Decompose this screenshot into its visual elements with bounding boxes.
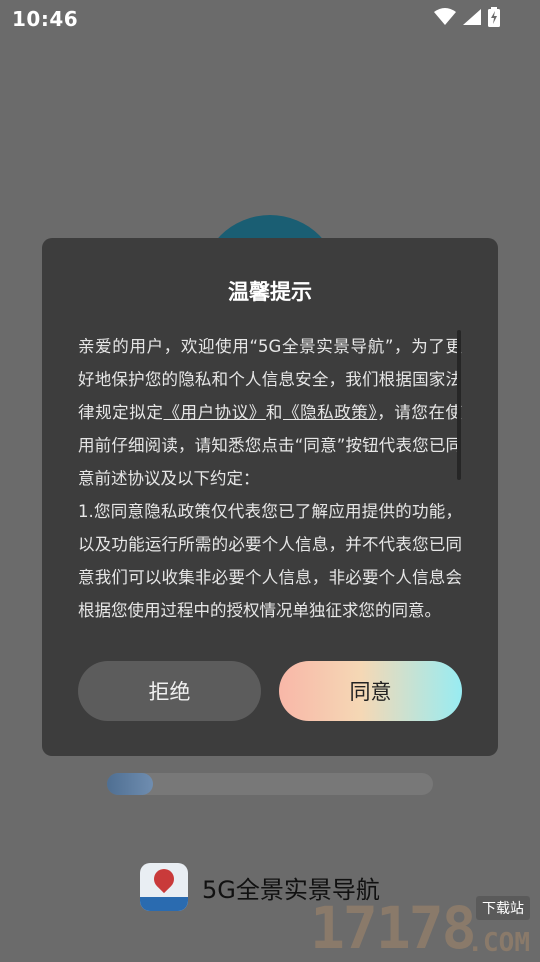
dialog-title: 温馨提示 (228, 280, 312, 304)
status-icons (434, 7, 500, 27)
body-text: 1.您同意隐私政策仅代表您已了解应用提供的功能，以及功能运行所需的必要个人信息，… (78, 502, 462, 620)
agree-button[interactable]: 同意 (279, 661, 462, 721)
reject-button[interactable]: 拒绝 (78, 661, 261, 721)
dialog-body[interactable]: 亲爱的用户，欢迎使用“5G全景实景导航”，为了更好地保护您的隐私和个人信息安全，… (78, 330, 462, 632)
loading-progress-fill (107, 773, 153, 795)
watermark-logo: 17178 下载站 .COM (310, 894, 530, 962)
battery-charging-icon (488, 7, 500, 27)
privacy-dialog: 温馨提示 亲爱的用户，欢迎使用“5G全景实景导航”，为了更好地保护您的隐私和个人… (42, 238, 498, 756)
app-logo-icon (140, 863, 188, 911)
body-text: 和 (265, 403, 283, 422)
loading-progress-bar (107, 773, 433, 795)
wifi-icon (434, 8, 456, 25)
signal-icon (463, 9, 481, 25)
dialog-scrollbar[interactable] (457, 330, 461, 480)
status-time: 10:46 (12, 7, 79, 31)
status-bar: 10:46 (0, 0, 540, 36)
privacy-policy-link[interactable]: 《隐私政策》 (283, 403, 377, 422)
user-agreement-link[interactable]: 《用户协议》 (163, 403, 265, 422)
